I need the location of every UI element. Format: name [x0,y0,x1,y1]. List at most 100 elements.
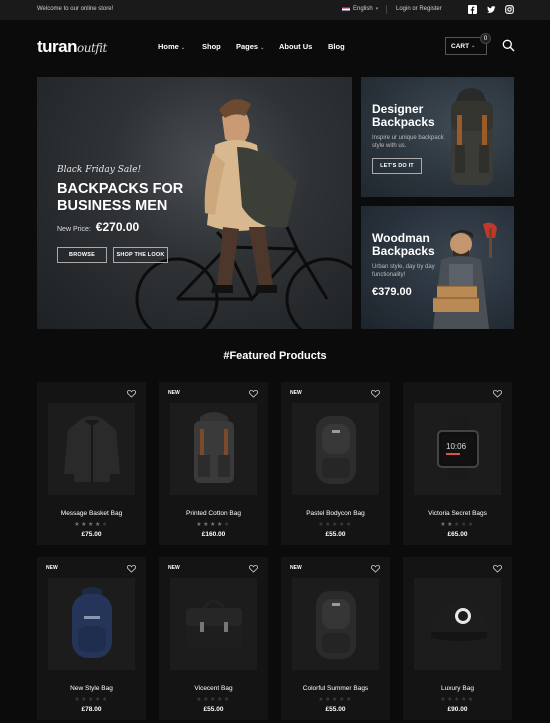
divider [386,5,387,14]
product-rating: ★★★★★ [196,522,231,528]
language-label: English [353,6,373,12]
product-card[interactable]: NEW Pastel Bodycon Bag ★★★★★ £55.00 [281,382,390,545]
twitter-icon[interactable] [487,5,496,14]
lets-do-it-button[interactable]: LET'S DO IT [372,158,422,174]
product-name[interactable]: Victoria Secret Bags [403,510,512,517]
search-icon[interactable] [502,39,515,52]
wishlist-heart-icon[interactable] [127,389,136,398]
product-price: £78.00 [81,706,102,713]
new-badge: NEW [168,565,180,571]
product-price: £90.00 [447,706,468,713]
product-image[interactable]: 10:06 [414,403,501,495]
login-register-link[interactable]: Login or Register [396,6,442,12]
wishlist-heart-icon[interactable] [493,389,502,398]
chevron-down-icon: ⌄ [180,45,186,51]
instagram-icon[interactable] [505,5,514,14]
product-card[interactable]: 10:06 Victoria Secret Bags ★★★★★ £65.00 [403,382,512,545]
nav-shop[interactable]: Shop [202,42,221,51]
product-price: £65.00 [447,531,468,538]
nav-about-us[interactable]: About Us [279,42,312,51]
product-rating: ★★★★★ [440,697,475,703]
product-price: £160.00 [201,531,226,538]
chevron-down-icon: ▾ [375,6,379,12]
hero-title-line2: BUSINESS MEN [57,198,168,214]
featured-title: #Featured Products [223,350,327,362]
product-image[interactable] [48,578,135,670]
product-card[interactable]: NEW Printed Cotton Bag ★★★★★ £160.00 [159,382,268,545]
wishlist-heart-icon[interactable] [249,564,258,573]
product-image[interactable] [292,403,379,495]
chevron-down-icon: ⌄ [471,43,476,49]
nav-blog[interactable]: Blog [328,42,345,51]
product-card[interactable]: Luxury Bag ★★★★★ £90.00 [403,557,512,720]
wishlist-heart-icon[interactable] [493,564,502,573]
wishlist-heart-icon[interactable] [371,389,380,398]
product-card[interactable]: NEW Vicecent Bag ★★★★★ £55.00 [159,557,268,720]
new-badge: NEW [290,390,302,396]
promo2-price: €379.00 [372,286,412,298]
nav-pages[interactable]: Pages ⌄ [236,42,264,51]
chevron-down-icon: ⌄ [260,45,265,51]
hero-banner[interactable]: Black Friday Sale! BACKPACKS FOR BUSINES… [37,77,352,329]
product-rating: ★★★★★ [74,697,109,703]
product-rating: ★★★★★ [440,522,475,528]
promo2-text: Urban style, day by day functionality! [372,264,435,278]
new-badge: NEW [290,565,302,571]
nav-home[interactable]: Home ⌄ [158,42,185,51]
product-card[interactable]: NEW New Style Bag ★★★★★ £78.00 [37,557,146,720]
top-bar: Welcome to our online store! English ▾ L… [0,0,550,20]
product-name[interactable]: Colorful Summer Bags [281,685,390,692]
hero-price: New Price: €270.00 [57,220,139,234]
product-price: £55.00 [325,531,346,538]
wishlist-heart-icon[interactable] [249,389,258,398]
product-image[interactable] [170,403,257,495]
product-name[interactable]: Pastel Bodycon Bag [281,510,390,517]
welcome-text: Welcome to our online store! [37,6,114,12]
product-name[interactable]: Vicecent Bag [159,685,268,692]
facebook-icon[interactable] [468,5,477,14]
site-logo[interactable]: turanoutfit [37,37,107,57]
browse-button[interactable]: BROWSE [57,247,107,263]
svg-text:10:06: 10:06 [446,442,467,451]
product-card[interactable]: Message Basket Bag ★★★★★ £75.00 [37,382,146,545]
new-badge: NEW [168,390,180,396]
wishlist-heart-icon[interactable] [371,564,380,573]
cart-count-badge: 0 [480,33,491,44]
product-name[interactable]: Message Basket Bag [37,510,146,517]
promo1-text: Inspire ur unique backpack style with us… [372,135,444,149]
product-rating: ★★★★★ [318,697,353,703]
hero-price-value: €270.00 [95,220,140,234]
promo2-title: Woodman Backpacks [372,232,435,258]
product-image[interactable] [170,578,257,670]
product-image[interactable] [48,403,135,495]
uk-flag-icon [342,6,350,12]
promo1-title: Designer Backpacks [372,103,435,129]
promo2-title-line2: Backpacks [372,244,435,258]
product-price: £75.00 [81,531,102,538]
logo-script: outfit [77,41,107,55]
logo-main: turan [37,37,78,56]
promo1-title-line2: Backpacks [372,115,435,129]
cart-label: CART [451,42,470,50]
product-rating: ★★★★★ [196,697,231,703]
wishlist-heart-icon[interactable] [127,564,136,573]
product-rating: ★★★★★ [74,522,109,528]
product-name[interactable]: Luxury Bag [403,685,512,692]
hero-title: BACKPACKS FOR BUSINESS MEN [57,181,183,215]
nav-pages-label: Pages [236,42,259,51]
product-image[interactable] [292,578,379,670]
product-image[interactable] [414,578,501,670]
nav-home-label: Home [158,42,179,51]
language-selector[interactable]: English ▾ [342,6,378,12]
product-name[interactable]: Printed Cotton Bag [159,510,268,517]
promo-designer-backpacks[interactable]: Designer Backpacks Inspire ur unique bac… [361,77,514,197]
product-price: £55.00 [325,706,346,713]
backpack-image [451,88,493,185]
product-name[interactable]: New Style Bag [37,685,146,692]
hero-tagline: Black Friday Sale! [57,165,142,175]
shop-the-look-button[interactable]: SHOP THE LOOK [113,247,168,263]
new-badge: NEW [46,565,58,571]
hero-price-label: New Price: [57,226,91,233]
promo-woodman-backpacks[interactable]: Woodman Backpacks Urban style, day by da… [361,206,514,329]
product-card[interactable]: NEW Colorful Summer Bags ★★★★★ £55.00 [281,557,390,720]
